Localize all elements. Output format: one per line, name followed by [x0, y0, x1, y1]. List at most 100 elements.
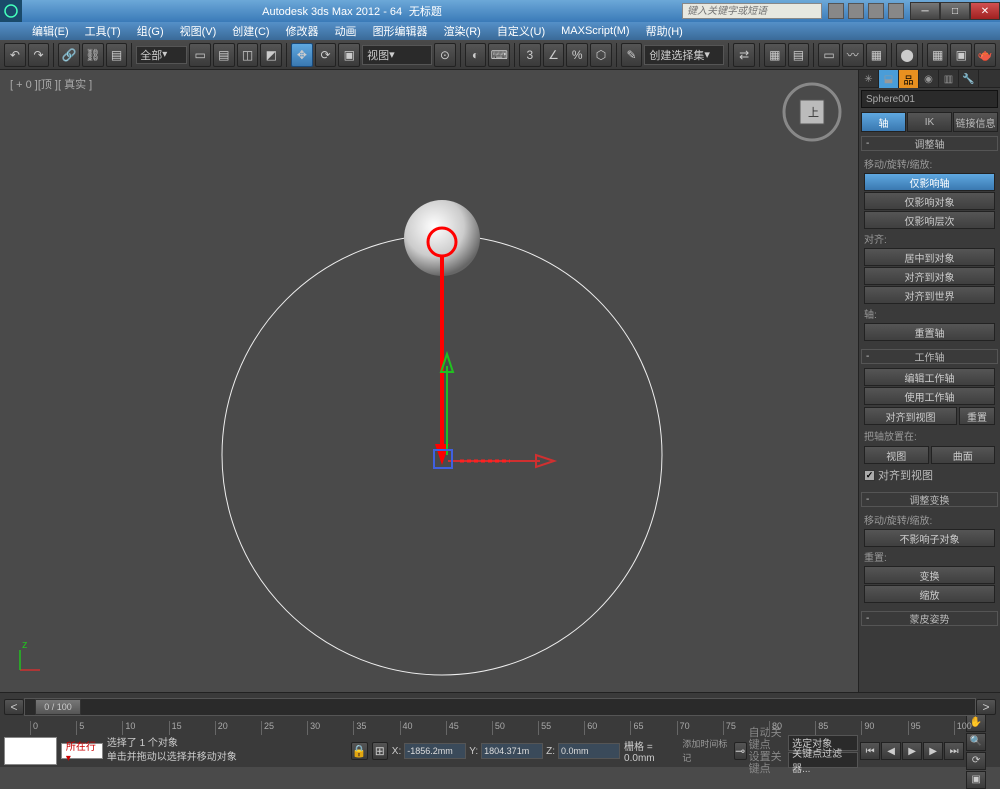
comm-icon[interactable]	[848, 3, 864, 19]
align-to-view-checkbox[interactable]: ✓	[864, 470, 875, 481]
goto-end-button[interactable]: ⏭	[944, 742, 964, 760]
info-icon[interactable]	[828, 3, 844, 19]
utilities-tab-icon[interactable]: 🔧	[959, 70, 979, 88]
adjust-pivot-rollout[interactable]: 调整轴	[861, 136, 998, 151]
help-icon[interactable]	[888, 3, 904, 19]
help-search-input[interactable]	[682, 3, 822, 19]
reset-scale-button[interactable]: 缩放	[864, 585, 995, 603]
window-crossing-button[interactable]: ◩	[260, 43, 282, 67]
affect-hierarchy-only-button[interactable]: 仅影响层次	[864, 211, 995, 229]
current-line-dropdown[interactable]: 所在行 ▾	[61, 743, 103, 759]
spinner-snap-button[interactable]: ⬡	[590, 43, 612, 67]
menu-animation[interactable]: 动画	[327, 23, 365, 39]
time-slider-thumb[interactable]: 0 / 100	[35, 699, 81, 715]
motion-tab-icon[interactable]: ◉	[919, 70, 939, 88]
add-time-tag-button[interactable]: 添加时间标记	[682, 737, 729, 765]
unlink-button[interactable]: ⛓	[82, 43, 104, 67]
linkinfo-tab[interactable]: 链接信息	[953, 112, 998, 132]
place-surface-button[interactable]: 曲面	[931, 446, 996, 464]
bind-button[interactable]: ▤	[106, 43, 128, 67]
create-tab-icon[interactable]: ✳	[859, 70, 879, 88]
center-to-object-button[interactable]: 居中到对象	[864, 248, 995, 266]
next-frame-button[interactable]: ▶	[923, 742, 943, 760]
mirror-button[interactable]: ⇄	[733, 43, 755, 67]
menu-edit[interactable]: 编辑(E)	[24, 23, 77, 39]
affect-pivot-only-button[interactable]: 仅影响轴	[864, 173, 995, 191]
menu-help[interactable]: 帮助(H)	[638, 23, 691, 39]
edit-selection-set-button[interactable]: ✎	[621, 43, 643, 67]
modify-tab-icon[interactable]: ⬓	[879, 70, 899, 88]
time-ruler[interactable]: 0510152025303540455055606570758085909510…	[0, 721, 1000, 735]
named-selection-dropdown[interactable]: 创建选择集 ▾	[644, 45, 724, 65]
ribbon-button[interactable]: ▭	[818, 43, 840, 67]
dont-affect-children-button[interactable]: 不影响子对象	[864, 529, 995, 547]
reset-transform-button[interactable]: 变换	[864, 566, 995, 584]
edit-working-pivot-button[interactable]: 编辑工作轴	[864, 368, 995, 386]
rotate-button[interactable]: ⟳	[315, 43, 337, 67]
selection-filter-dropdown[interactable]: 全部 ▾	[136, 46, 187, 64]
working-pivot-rollout[interactable]: 工作轴	[861, 349, 998, 364]
curve-editor-button[interactable]: 〰	[842, 43, 864, 67]
viewcube[interactable]: 上	[780, 80, 844, 144]
place-view-button[interactable]: 视图	[864, 446, 929, 464]
move-button[interactable]: ✥	[291, 43, 313, 67]
ref-coord-dropdown[interactable]: 视图 ▾	[362, 45, 432, 65]
key-filters-button[interactable]: 关键点过滤器...	[788, 752, 858, 768]
use-pivot-center-button[interactable]: ⊙	[434, 43, 456, 67]
manipulate-button[interactable]: ◐	[465, 43, 487, 67]
select-button[interactable]: ▭	[189, 43, 211, 67]
time-slider[interactable]: 0 / 100	[24, 698, 976, 716]
viewport[interactable]: [ + 0 ][顶 ][ 真实 ]	[0, 70, 858, 692]
display-tab-icon[interactable]: ▥	[939, 70, 959, 88]
star-icon[interactable]	[868, 3, 884, 19]
menu-view[interactable]: 视图(V)	[172, 23, 225, 39]
y-coord-input[interactable]	[481, 743, 543, 759]
menu-create[interactable]: 创建(C)	[224, 23, 277, 39]
menu-group[interactable]: 组(G)	[129, 23, 172, 39]
ik-tab[interactable]: IK	[907, 112, 952, 132]
align-to-object-button[interactable]: 对齐到对象	[864, 267, 995, 285]
adjust-transform-rollout[interactable]: 调整变换	[861, 492, 998, 507]
maxscript-listener[interactable]	[4, 737, 57, 765]
menu-rendering[interactable]: 渲染(R)	[436, 23, 489, 39]
scale-button[interactable]: ▣	[338, 43, 360, 67]
percent-snap-button[interactable]: %	[566, 43, 588, 67]
layer-button[interactable]: ▤	[788, 43, 810, 67]
redo-button[interactable]: ↷	[28, 43, 50, 67]
z-coord-input[interactable]	[558, 743, 620, 759]
minimize-button[interactable]: ─	[910, 2, 940, 20]
x-coord-input[interactable]	[404, 743, 466, 759]
affect-object-only-button[interactable]: 仅影响对象	[864, 192, 995, 210]
nav-max-toggle-button[interactable]: ▣	[966, 771, 986, 789]
align-to-view-button[interactable]: 对齐到视图	[864, 407, 957, 425]
menu-maxscript[interactable]: MAXScript(M)	[553, 25, 637, 37]
abs-rel-transform-button[interactable]: ⊞	[372, 742, 388, 760]
menu-customize[interactable]: 自定义(U)	[489, 23, 553, 39]
material-editor-button[interactable]: ⬤	[896, 43, 918, 67]
menu-tools[interactable]: 工具(T)	[77, 23, 129, 39]
maximize-button[interactable]: □	[940, 2, 970, 20]
skin-pose-rollout[interactable]: 蒙皮姿势	[861, 611, 998, 626]
hierarchy-tab-icon[interactable]: 品	[899, 70, 919, 88]
pivot-tab[interactable]: 轴	[861, 112, 906, 132]
align-button[interactable]: ▦	[764, 43, 786, 67]
angle-snap-button[interactable]: ∠	[543, 43, 565, 67]
align-to-world-button[interactable]: 对齐到世界	[864, 286, 995, 304]
use-working-pivot-button[interactable]: 使用工作轴	[864, 387, 995, 405]
menu-graph-editors[interactable]: 图形编辑器	[365, 23, 436, 39]
rendered-frame-button[interactable]: ▣	[950, 43, 972, 67]
render-production-button[interactable]: 🫖	[974, 43, 996, 67]
select-by-name-button[interactable]: ▤	[213, 43, 235, 67]
prev-frame-button[interactable]: ◀	[881, 742, 901, 760]
object-name-input[interactable]	[861, 90, 998, 108]
reset-pivot-button[interactable]: 重置轴	[864, 323, 995, 341]
undo-button[interactable]: ↶	[4, 43, 26, 67]
select-region-button[interactable]: ◫	[237, 43, 259, 67]
render-setup-button[interactable]: ▦	[927, 43, 949, 67]
snap-toggle-button[interactable]: 3	[519, 43, 541, 67]
key-mode-button[interactable]: ⊸	[734, 742, 747, 760]
selection-lock-button[interactable]: 🔒	[351, 742, 368, 760]
play-button[interactable]: ▶	[902, 742, 922, 760]
menu-modifiers[interactable]: 修改器	[278, 23, 327, 39]
keyboard-shortcut-button[interactable]: ⌨	[488, 43, 510, 67]
